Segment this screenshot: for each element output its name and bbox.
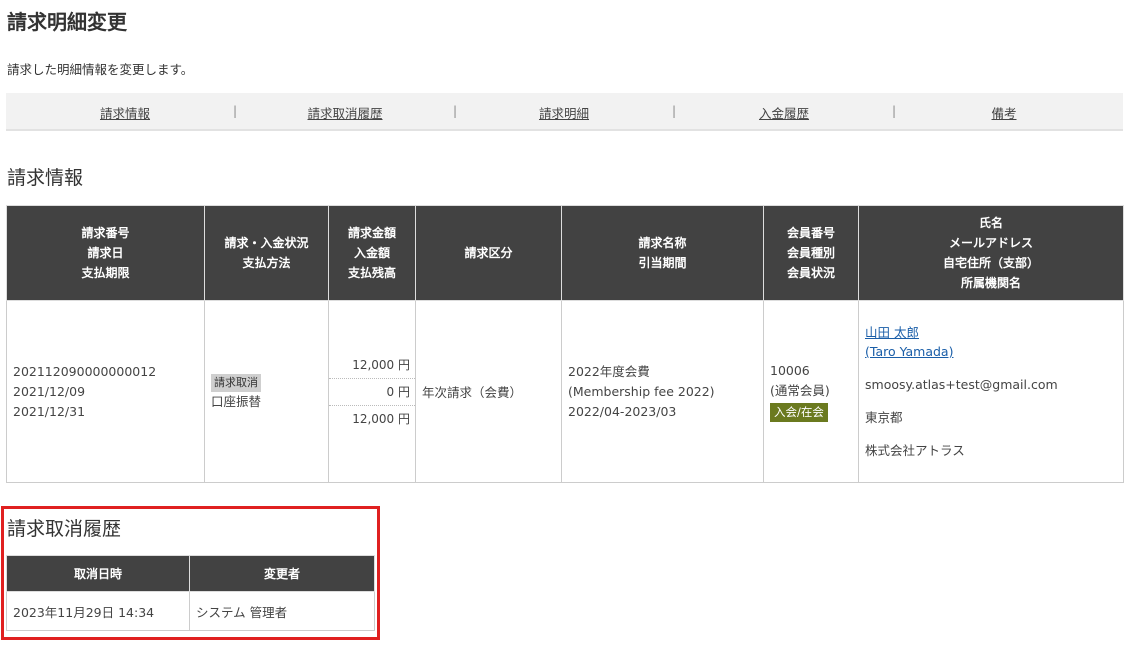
- header-bill-name: 請求名称 引当期間: [561, 205, 764, 301]
- member-number: 10006: [770, 363, 810, 378]
- header-member: 会員番号 会員種別 会員状況: [763, 205, 859, 301]
- header-bill-number: 請求番号 請求日 支払期限: [6, 205, 205, 301]
- due-date: 2021/12/31: [13, 403, 86, 419]
- billing-info-table: 請求番号 請求日 支払期限 請求・入金状況 支払方法 請求金額 入金額 支払残高…: [6, 205, 1124, 483]
- balance-amount: 12,000 円: [352, 411, 410, 426]
- header-changed-by: 変更者: [189, 555, 375, 592]
- tab-separator: |: [452, 104, 458, 118]
- status-badge: 請求取消: [211, 373, 261, 392]
- cell-amounts: 12,000 円 0 円 12,000 円: [328, 300, 416, 483]
- cancel-section-title: 請求取消履歴: [7, 518, 122, 540]
- cell-bill-number: 202112090000000012 2021/12/09 2021/12/31: [6, 300, 205, 483]
- paid-amount: 0 円: [329, 379, 415, 406]
- billed-amount: 12,000 円: [329, 352, 415, 379]
- tab-separator: |: [671, 104, 677, 118]
- bill-number: 202112090000000012: [13, 363, 157, 379]
- tab-separator: |: [232, 104, 238, 118]
- bill-category: 年次請求（会費）: [422, 385, 523, 400]
- bill-date: 2021/12/09: [13, 383, 86, 399]
- payment-method: 口座振替: [211, 393, 262, 409]
- page-description: 請求した明細情報を変更します。: [7, 62, 194, 77]
- member-email: smoosy.atlas+test@gmail.com: [865, 377, 1058, 392]
- header-category: 請求区分: [415, 205, 562, 301]
- page-title: 請求明細変更: [7, 10, 127, 34]
- allocation-period: 2022/04-2023/03: [568, 403, 677, 419]
- cell-bill-name: 2022年度会費 (Membership fee 2022) 2022/04-2…: [561, 300, 764, 483]
- member-name-en-link[interactable]: (Taro Yamada): [865, 344, 953, 359]
- tab-payment-history[interactable]: 入金履歴: [759, 103, 809, 122]
- cell-member: 10006 (通常会員) 入会/在会: [763, 300, 859, 483]
- tab-separator: |: [891, 104, 897, 118]
- tab-billing-details[interactable]: 請求明細: [539, 103, 589, 122]
- cell-category: 年次請求（会費）: [415, 300, 562, 483]
- billing-section-title: 請求情報: [7, 167, 84, 189]
- bill-name-en: (Membership fee 2022): [568, 383, 715, 399]
- table-row: 202112090000000012 2021/12/09 2021/12/31…: [6, 300, 1124, 483]
- changed-by: システム 管理者: [189, 591, 375, 631]
- header-cancel-datetime: 取消日時: [6, 555, 190, 592]
- section-tab-nav: 請求情報 | 請求取消履歴 | 請求明細 | 入金履歴 | 備考: [6, 93, 1123, 131]
- member-address: 東京都: [865, 410, 903, 425]
- member-status-badge: 入会/在会: [770, 403, 828, 422]
- tab-billing-info[interactable]: 請求情報: [100, 103, 150, 122]
- header-amounts: 請求金額 入金額 支払残高: [328, 205, 416, 301]
- member-name-link[interactable]: 山田 太郎: [865, 325, 919, 340]
- tab-cancel-history[interactable]: 請求取消履歴: [307, 103, 382, 122]
- cancel-datetime: 2023年11月29日 14:34: [6, 591, 190, 631]
- bill-name: 2022年度会費: [568, 363, 650, 379]
- header-name: 氏名 メールアドレス 自宅住所（支部） 所属機関名: [858, 205, 1124, 301]
- table-header-row: 取消日時 変更者: [6, 555, 375, 592]
- table-header-row: 請求番号 請求日 支払期限 請求・入金状況 支払方法 請求金額 入金額 支払残高…: [6, 205, 1124, 301]
- cell-status: 請求取消 口座振替: [204, 300, 329, 483]
- cell-name: 山田 太郎 (Taro Yamada) smoosy.atlas+test@gm…: [858, 300, 1124, 483]
- table-row: 2023年11月29日 14:34 システム 管理者: [6, 591, 375, 631]
- header-status: 請求・入金状況 支払方法: [204, 205, 329, 301]
- member-organization: 株式会社アトラス: [865, 443, 965, 458]
- cancel-history-table: 取消日時 変更者 2023年11月29日 14:34 システム 管理者: [6, 555, 375, 631]
- tab-notes[interactable]: 備考: [991, 103, 1016, 122]
- member-type: (通常会員): [770, 383, 830, 398]
